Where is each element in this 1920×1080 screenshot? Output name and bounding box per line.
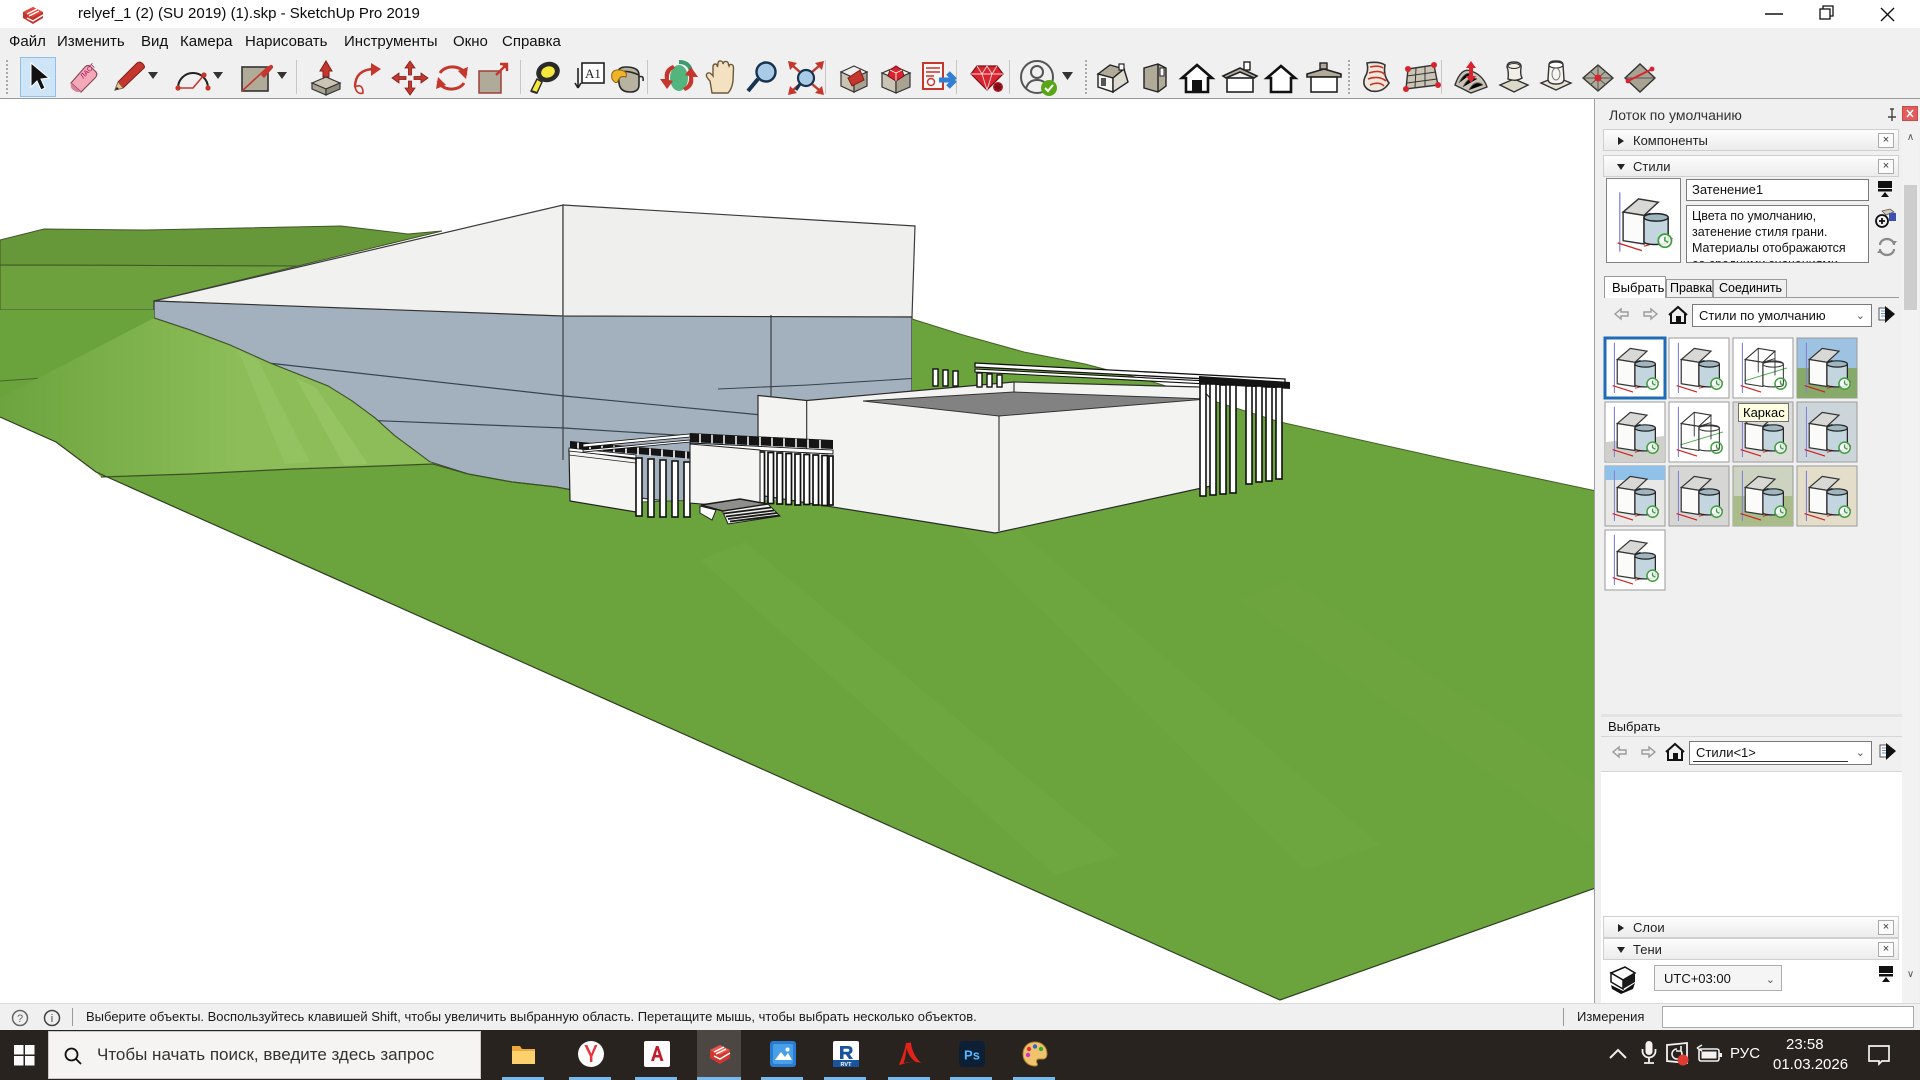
svg-text:A1: A1 (585, 66, 601, 81)
svg-text:Ps: Ps (964, 1048, 980, 1063)
svg-text:i: i (51, 1013, 53, 1025)
svg-text:RVT: RVT (841, 1062, 853, 1068)
svg-text:?: ? (17, 1013, 23, 1025)
